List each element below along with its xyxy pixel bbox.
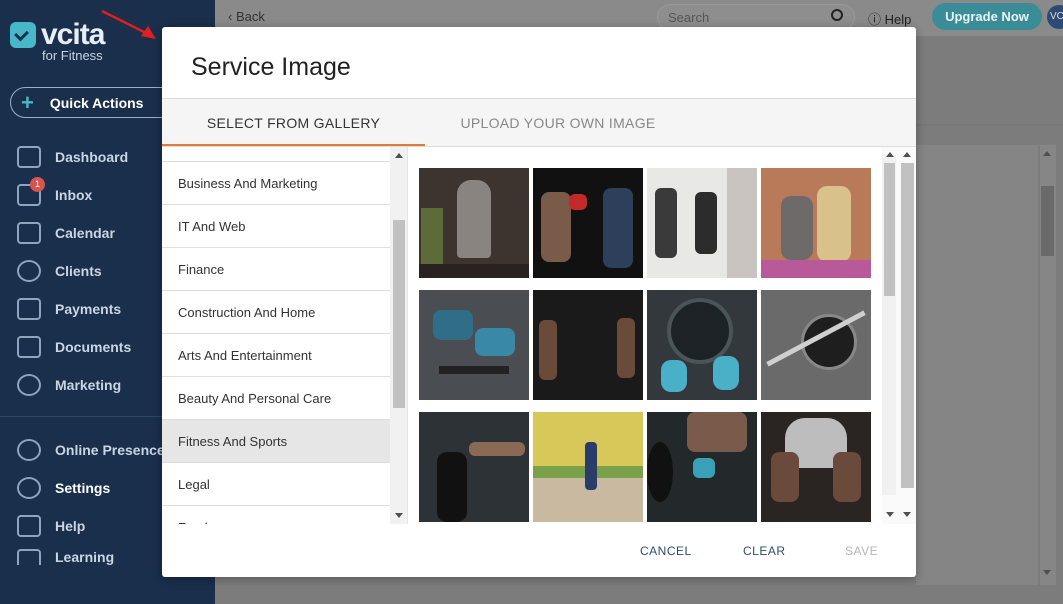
sidebar-item-label: Learning: [55, 549, 115, 565]
sidebar-item-label: Dashboard: [55, 149, 129, 165]
payments-icon: [17, 298, 41, 320]
gallery-image[interactable]: [761, 290, 871, 400]
sidebar-item-label: Calendar: [55, 225, 115, 241]
help-link[interactable]: ⓘ Help: [868, 9, 911, 28]
help-icon: [17, 515, 41, 537]
back-label: Back: [235, 9, 265, 24]
search-icon[interactable]: [831, 9, 843, 21]
dashboard-icon: [17, 146, 41, 168]
tab-select-from-gallery[interactable]: SELECT FROM GALLERY: [162, 99, 425, 147]
gallery-image[interactable]: [533, 412, 643, 522]
service-image-modal: Service Image SELECT FROM GALLERY UPLOAD…: [162, 27, 916, 577]
upgrade-button[interactable]: Upgrade Now: [932, 3, 1042, 30]
gallery-scrollbar-thumb[interactable]: [884, 163, 895, 296]
sidebar-item-label: Documents: [55, 339, 132, 355]
tab-upload-own-image[interactable]: UPLOAD YOUR OWN IMAGE: [425, 99, 691, 147]
page-scroll-down-icon[interactable]: [1043, 570, 1051, 575]
vcita-logo-icon: [10, 22, 36, 48]
image-gallery: [419, 168, 879, 524]
gallery-image[interactable]: [533, 290, 643, 400]
scroll-up-icon[interactable]: [886, 152, 894, 157]
sidebar-item-label: Settings: [55, 480, 111, 496]
gallery-image[interactable]: [419, 168, 529, 278]
category-item-business[interactable]: Business And Marketing: [162, 162, 390, 205]
background-panel: [916, 145, 1038, 585]
settings-icon: [17, 477, 41, 499]
category-item-construction[interactable]: Construction And Home: [162, 291, 390, 334]
gallery-outer-scrollbar-thumb[interactable]: [901, 163, 914, 488]
quick-actions-button[interactable]: + Quick Actions: [10, 87, 180, 118]
help-label: Help: [884, 12, 912, 27]
calendar-icon: [17, 222, 41, 244]
scroll-up-icon[interactable]: [903, 152, 911, 157]
category-item-food[interactable]: Food: [162, 506, 390, 524]
gallery-image[interactable]: [419, 412, 529, 522]
plus-icon: +: [21, 89, 34, 115]
modal-title: Service Image: [191, 53, 351, 81]
scroll-down-icon[interactable]: [903, 512, 911, 517]
gallery-image[interactable]: [647, 168, 757, 278]
clients-icon: [17, 260, 41, 282]
gallery-image[interactable]: [419, 290, 529, 400]
gallery-image[interactable]: [533, 168, 643, 278]
sidebar-item-label: Online Presence: [55, 442, 165, 458]
gallery-image[interactable]: [761, 168, 871, 278]
quick-actions-label: Quick Actions: [49, 94, 144, 111]
marketing-icon: [17, 374, 41, 396]
category-item-beauty[interactable]: Beauty And Personal Care: [162, 377, 390, 420]
logo-subtitle: for Fitness: [42, 48, 103, 63]
save-button[interactable]: SAVE: [845, 544, 878, 558]
sidebar-item-label: Clients: [55, 263, 102, 279]
gallery-image[interactable]: [761, 412, 871, 522]
sidebar-item-label: Help: [55, 518, 86, 534]
page-scroll-up-icon[interactable]: [1043, 151, 1051, 156]
scroll-down-icon[interactable]: [395, 513, 403, 518]
gallery-image[interactable]: [647, 412, 757, 522]
inbox-badge: 1: [30, 177, 45, 192]
sidebar-item-label: Marketing: [55, 377, 122, 393]
background-divider: [916, 124, 1063, 126]
logo-text: vcita: [41, 18, 105, 51]
category-item-fitness[interactable]: Fitness And Sports: [162, 420, 390, 463]
scroll-up-icon[interactable]: [395, 153, 403, 158]
clear-button[interactable]: CLEAR: [743, 544, 786, 558]
gallery-image[interactable]: [647, 290, 757, 400]
page-scrollbar-thumb[interactable]: [1041, 186, 1054, 256]
sidebar-item-label: Inbox: [55, 187, 93, 203]
logo[interactable]: vcita: [10, 18, 105, 51]
tab-bar: SELECT FROM GALLERY UPLOAD YOUR OWN IMAG…: [162, 99, 916, 147]
category-item-it-web[interactable]: IT And Web: [162, 205, 390, 248]
scroll-down-icon[interactable]: [886, 512, 894, 517]
category-item-finance[interactable]: Finance: [162, 248, 390, 291]
category-list: Business And Marketing IT And Web Financ…: [162, 147, 408, 524]
learning-icon: [17, 549, 41, 565]
category-scrollbar-thumb[interactable]: [393, 220, 405, 408]
back-link[interactable]: ‹ Back: [228, 9, 265, 24]
globe-icon: [17, 439, 41, 461]
red-arrow-annotation-icon: [101, 9, 156, 39]
category-item-legal[interactable]: Legal: [162, 463, 390, 506]
sidebar-item-label: Payments: [55, 301, 122, 317]
category-item-arts[interactable]: Arts And Entertainment: [162, 334, 390, 377]
documents-icon: [17, 336, 41, 358]
list-item[interactable]: [162, 147, 390, 162]
cancel-button[interactable]: CANCEL: [640, 544, 692, 558]
